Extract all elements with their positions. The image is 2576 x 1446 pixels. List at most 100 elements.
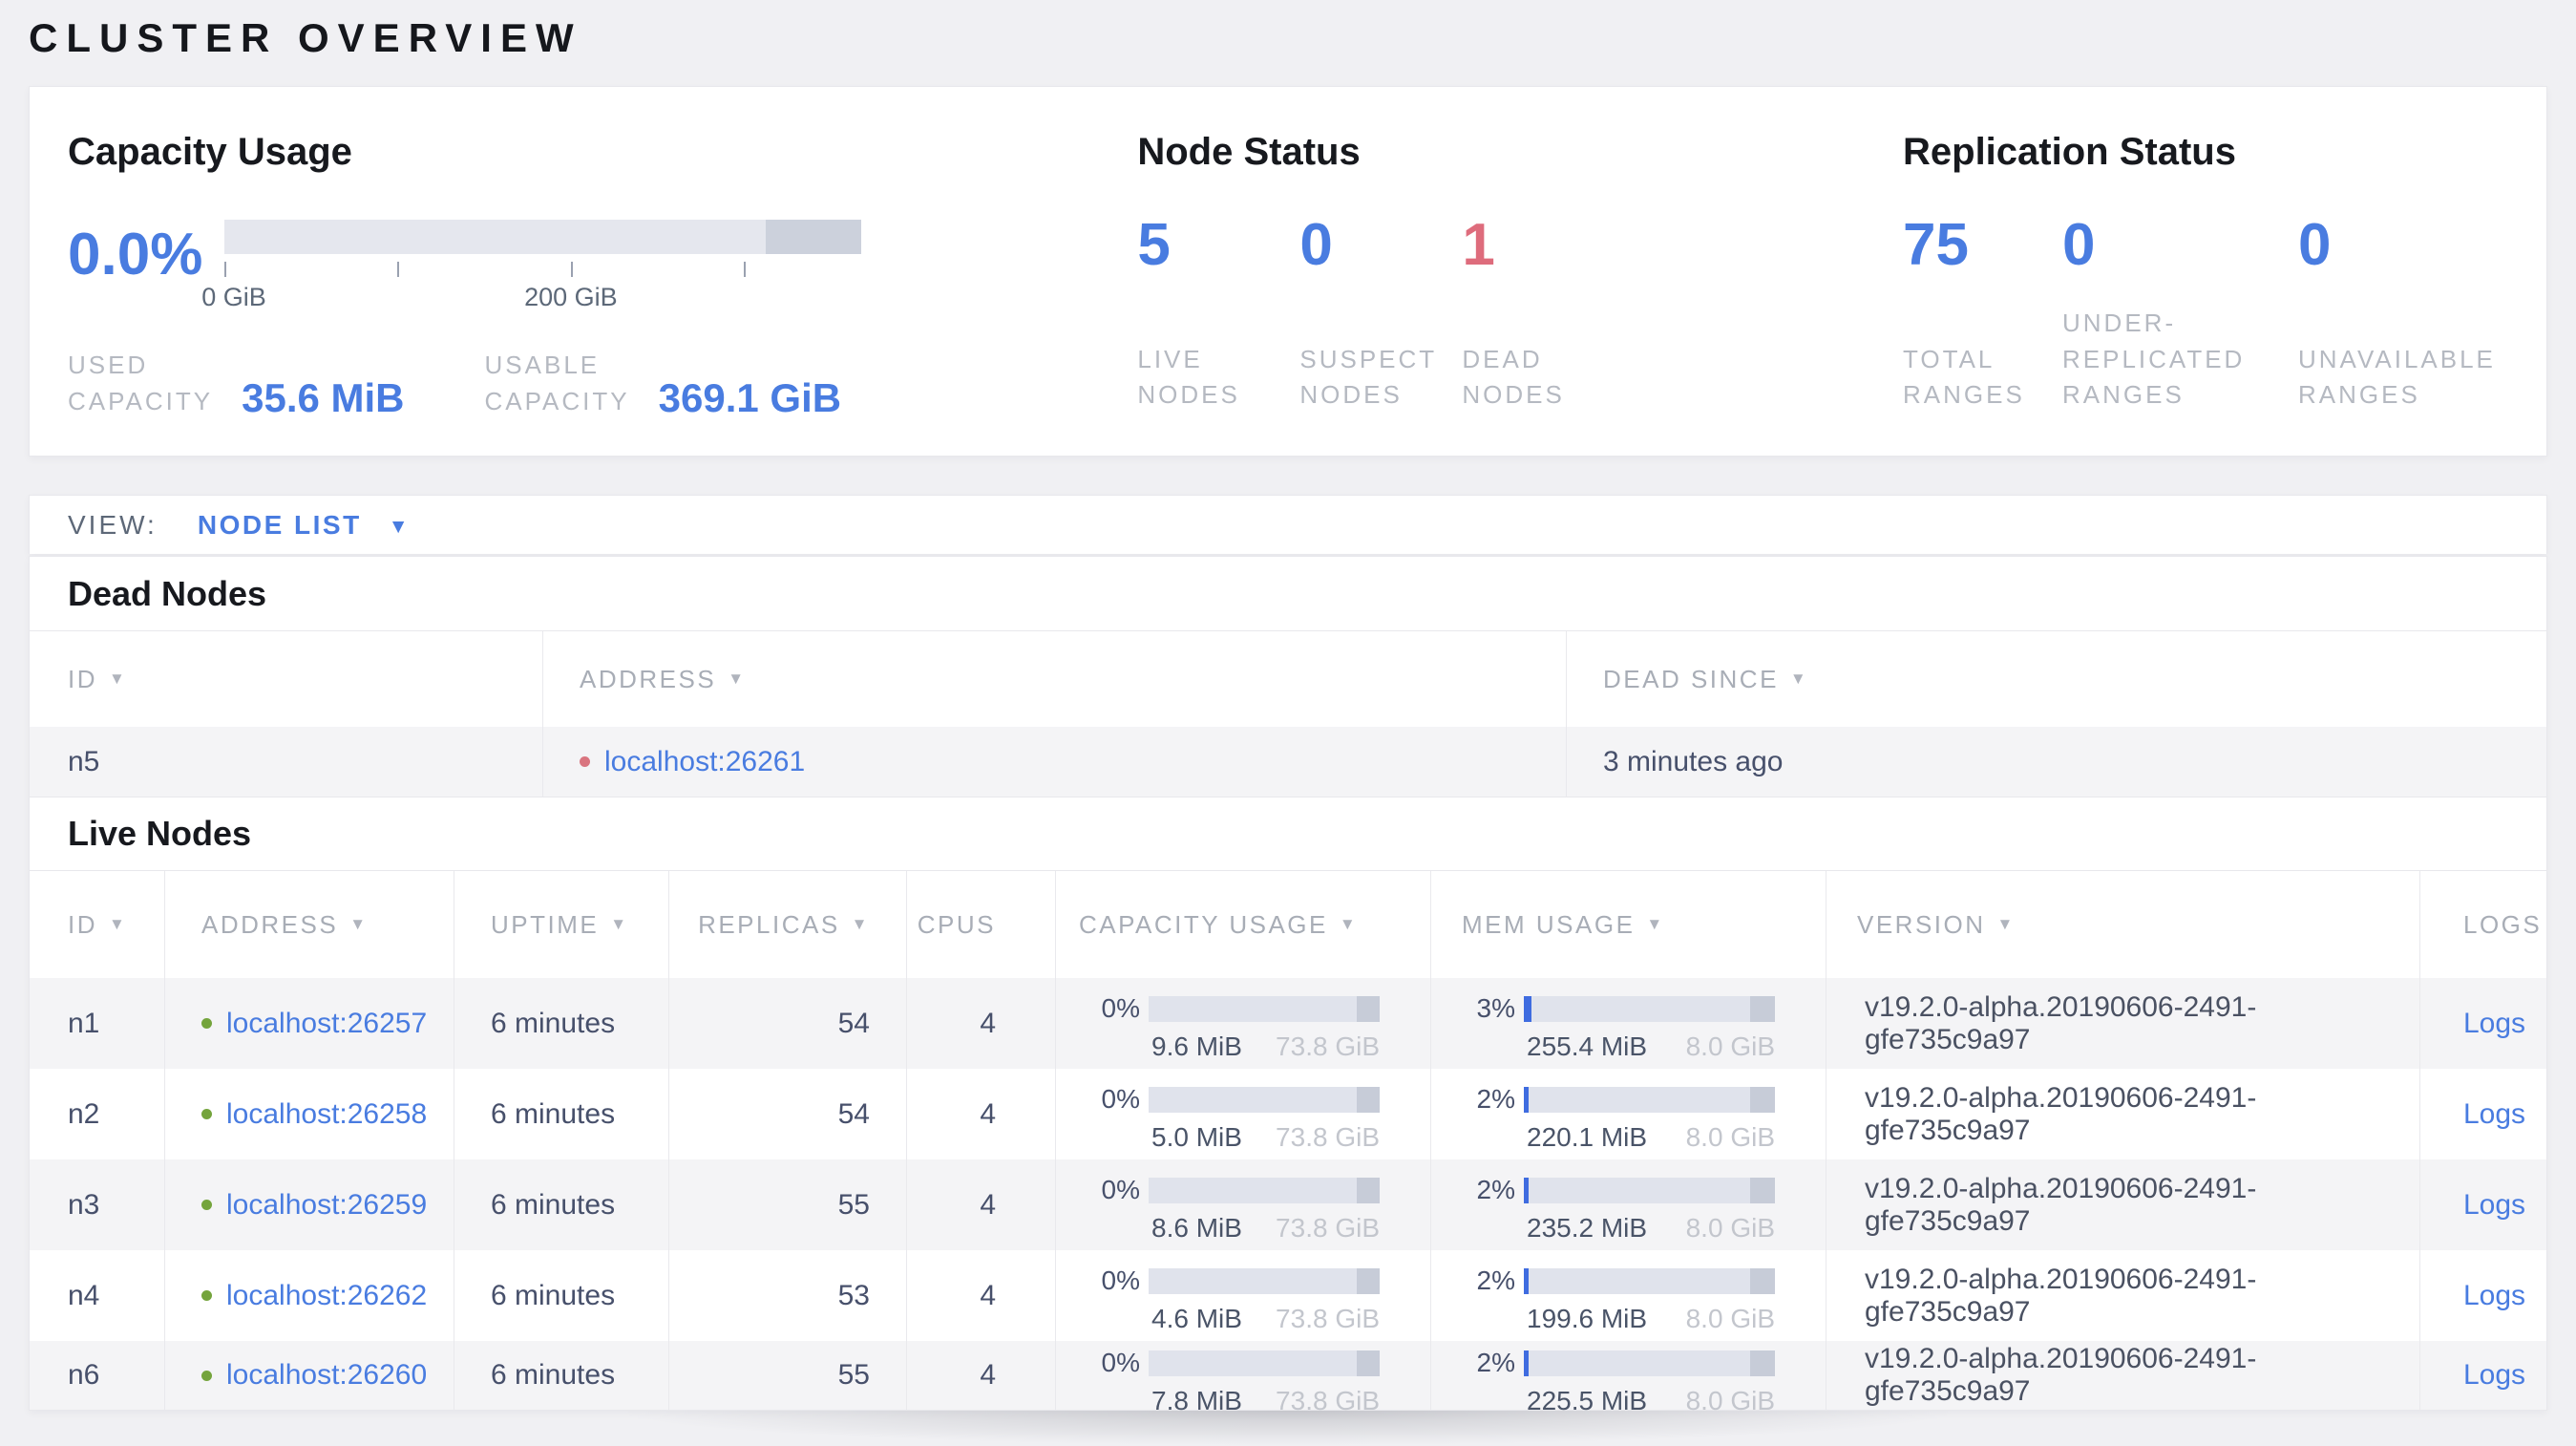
under-replicated-ranges-label: REPLICATED	[2062, 344, 2246, 373]
dead-node-id: n5	[30, 727, 542, 797]
axis-tick-label: 0 GiB	[201, 283, 266, 311]
node-cpus: 4	[906, 1159, 1055, 1250]
suspect-nodes-stat: 0 SUSPECT NODES	[1299, 174, 1462, 456]
dead-node-address-link[interactable]: localhost:26261	[604, 746, 805, 778]
axis-tick	[744, 262, 747, 277]
sort-icon: ▼	[1339, 915, 1359, 933]
dead-node-address-cell: localhost:26261	[542, 727, 1566, 797]
node-address-link[interactable]: localhost:26258	[226, 1098, 427, 1131]
capacity-bar	[1149, 1086, 1380, 1113]
unavailable-ranges-label: UNAVAILABLE	[2298, 344, 2496, 373]
node-address-cell: localhost:26260	[164, 1341, 454, 1410]
node-logs-cell: Logs	[2419, 1069, 2546, 1159]
dead-col-header-id[interactable]: ID ▼	[30, 631, 542, 727]
unavailable-ranges-count: 0	[2298, 212, 2332, 278]
live-col-header-mem-usage[interactable]: MEM USAGE ▼	[1430, 871, 1826, 978]
live-col-header-id[interactable]: ID ▼	[30, 871, 164, 978]
node-status-title: Node Status	[1137, 131, 1361, 173]
total-ranges-label: RANGES	[1903, 380, 2025, 410]
live-col-header-capacity-usage[interactable]: CAPACITY USAGE ▼	[1055, 871, 1430, 978]
mem-bar	[1524, 1267, 1775, 1294]
live-col-header-cpus[interactable]: CPUS	[906, 871, 1055, 978]
capacity-percent: 0%	[1101, 1175, 1140, 1204]
node-cpus: 4	[906, 978, 1055, 1069]
live-status-dot-icon	[201, 1109, 212, 1119]
capacity-used: 8.6 MiB	[1151, 1213, 1242, 1243]
dead-col-header-dead-since[interactable]: DEAD SINCE ▼	[1566, 631, 2546, 727]
dead-col-header-address[interactable]: ADDRESS ▼	[542, 631, 1566, 727]
capacity-total: 73.8 GiB	[1276, 1386, 1380, 1415]
logs-link[interactable]: Logs	[2463, 1189, 2525, 1222]
dead-nodes-count: 1	[1462, 212, 1495, 278]
mem-total: 8.0 GiB	[1685, 1386, 1775, 1415]
node-mem-usage: 2% 199.6 MiB 8.0 GiB	[1430, 1250, 1826, 1341]
dead-status-dot-icon	[580, 756, 590, 767]
logs-link[interactable]: Logs	[2463, 1359, 2525, 1392]
logs-link[interactable]: Logs	[2463, 1098, 2525, 1131]
dead-node-dead-since: 3 minutes ago	[1566, 727, 2546, 797]
live-nodes-count: 5	[1137, 212, 1171, 278]
live-col-header-address[interactable]: ADDRESS ▼	[164, 871, 454, 978]
logs-link[interactable]: Logs	[2463, 1280, 2525, 1312]
dead-nodes-heading: Dead Nodes	[30, 557, 2546, 631]
mem-percent: 2%	[1476, 1175, 1515, 1204]
live-col-header-version[interactable]: VERSION ▼	[1826, 871, 2419, 978]
used-capacity-label: USED	[68, 351, 149, 379]
under-replicated-ranges-label: RANGES	[2062, 380, 2185, 410]
usable-capacity-label: CAPACITY	[484, 386, 630, 415]
view-selector-bar: VIEW: NODE LIST ▼	[29, 495, 2547, 554]
live-col-header-uptime[interactable]: UPTIME ▼	[454, 871, 668, 978]
capacity-used: 9.6 MiB	[1151, 1031, 1242, 1061]
replication-status-panel: Replication Status 75 TOTAL RANGES 0 UND…	[1903, 87, 2508, 456]
view-label: VIEW:	[68, 509, 158, 540]
node-logs-cell: Logs	[2419, 978, 2546, 1069]
live-status-dot-icon	[201, 1370, 212, 1381]
live-nodes-label: LIVE	[1137, 344, 1203, 373]
node-uptime: 6 minutes	[454, 978, 668, 1069]
sort-icon: ▼	[349, 915, 369, 933]
capacity-bar: 0 GiB 200 GiB	[201, 220, 861, 311]
node-mem-usage: 2% 225.5 MiB 8.0 GiB	[1430, 1341, 1826, 1415]
mem-percent: 2%	[1476, 1084, 1515, 1114]
node-replicas: 55	[668, 1341, 906, 1410]
view-dropdown[interactable]: NODE LIST	[198, 510, 362, 541]
capacity-total: 73.8 GiB	[1276, 1031, 1380, 1061]
unavailable-ranges-label: RANGES	[2298, 380, 2420, 410]
node-address-link[interactable]: localhost:26257	[226, 1008, 427, 1040]
node-replicas: 55	[668, 1159, 906, 1250]
capacity-bar	[1149, 995, 1380, 1022]
under-replicated-ranges-label: UNDER-	[2062, 308, 2177, 337]
node-address-link[interactable]: localhost:26262	[226, 1280, 427, 1312]
capacity-percent: 0%	[1101, 1084, 1140, 1114]
live-nodes-table: ID ▼ ADDRESS ▼ UPTIME ▼ REPLICAS ▼ CPUS …	[30, 871, 2546, 1415]
capacity-bar	[1149, 1267, 1380, 1294]
live-nodes-heading: Live Nodes	[30, 797, 2546, 871]
sort-icon: ▼	[610, 915, 629, 933]
axis-tick	[396, 262, 399, 277]
live-col-header-logs: LOGS	[2419, 871, 2546, 978]
node-mem-usage: 2% 220.1 MiB 8.0 GiB	[1430, 1069, 1826, 1159]
usable-capacity-value: 369.1 GiB	[658, 375, 842, 421]
suspect-nodes-count: 0	[1299, 212, 1333, 278]
replication-status-title: Replication Status	[1903, 131, 2236, 173]
node-version: v19.2.0-alpha.20190606-2491-gfe735c9a97	[1826, 978, 2419, 1069]
cluster-overview-page: CLUSTER OVERVIEW Capacity Usage 0.0% 0 G…	[0, 15, 2576, 1446]
node-replicas: 54	[668, 978, 906, 1069]
logs-link[interactable]: Logs	[2463, 1008, 2525, 1040]
mem-used: 225.5 MiB	[1527, 1386, 1648, 1415]
usable-capacity-stat: USABLE CAPACITY 369.1 GiB	[484, 348, 842, 421]
live-status-dot-icon	[201, 1018, 212, 1029]
dropdown-caret-icon[interactable]: ▼	[389, 516, 409, 539]
capacity-bar	[1149, 1177, 1380, 1203]
capacity-bar-nonusable-segment	[765, 220, 861, 254]
capacity-total: 73.8 GiB	[1276, 1122, 1380, 1152]
node-address-link[interactable]: localhost:26260	[226, 1359, 427, 1392]
mem-bar	[1524, 1177, 1775, 1203]
node-mem-usage: 3% 255.4 MiB 8.0 GiB	[1430, 978, 1826, 1069]
live-col-header-replicas[interactable]: REPLICAS ▼	[668, 871, 906, 978]
capacity-used: 7.8 MiB	[1151, 1386, 1242, 1415]
used-capacity-stat: USED CAPACITY 35.6 MiB	[68, 348, 405, 420]
node-address-link[interactable]: localhost:26259	[226, 1189, 427, 1222]
node-version: v19.2.0-alpha.20190606-2491-gfe735c9a97	[1826, 1159, 2419, 1250]
under-replicated-ranges-count: 0	[2062, 212, 2096, 278]
